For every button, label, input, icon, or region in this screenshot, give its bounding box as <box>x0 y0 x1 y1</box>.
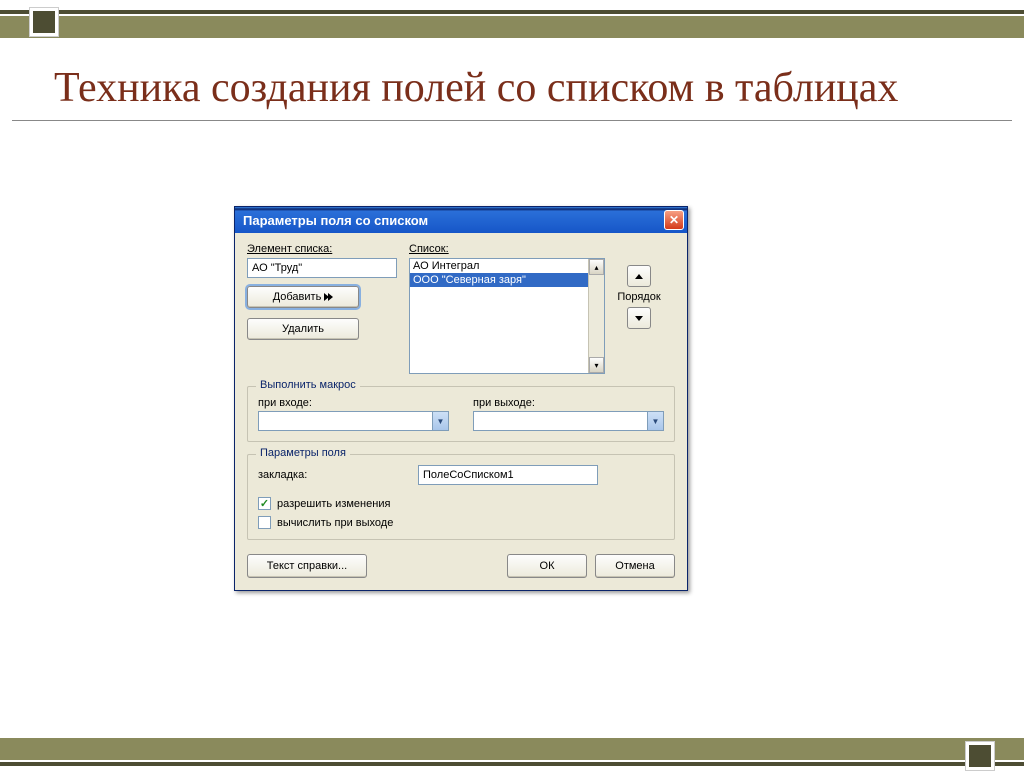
title-underline <box>12 120 1012 121</box>
scroll-up-icon[interactable]: ▴ <box>589 259 604 275</box>
calc-on-exit-label: вычислить при выходе <box>277 517 393 529</box>
cancel-button[interactable]: Отмена <box>595 554 675 578</box>
slide-top-decor <box>0 10 1024 46</box>
calc-on-exit-checkbox[interactable] <box>258 516 271 529</box>
macro-entry-combo[interactable]: ▼ <box>258 411 449 431</box>
ok-button[interactable]: ОК <box>507 554 587 578</box>
list-label: Список: <box>409 243 609 255</box>
element-input[interactable] <box>247 258 397 278</box>
bookmark-input[interactable] <box>418 465 598 485</box>
move-up-button[interactable] <box>627 265 651 287</box>
list-item[interactable]: АО Интеграл <box>410 259 604 273</box>
arrow-down-icon <box>635 316 643 321</box>
slide-bottom-decor <box>0 738 1024 774</box>
field-params-group: Параметры поля закладка: ✓ разрешить изм… <box>247 454 675 540</box>
scrollbar[interactable]: ▴ ▾ <box>588 259 604 373</box>
delete-button[interactable]: Удалить <box>247 318 359 340</box>
macro-group: Выполнить макрос при входе: ▼ при выходе… <box>247 386 675 442</box>
bookmark-label: закладка: <box>258 469 408 481</box>
allow-changes-checkbox[interactable]: ✓ <box>258 497 271 510</box>
macro-exit-combo[interactable]: ▼ <box>473 411 664 431</box>
macro-group-title: Выполнить макрос <box>256 379 360 391</box>
allow-changes-label: разрешить изменения <box>277 498 390 510</box>
fast-forward-icon <box>325 293 333 301</box>
help-text-button[interactable]: Текст справки... <box>247 554 367 578</box>
element-label: Элемент списка: <box>247 243 409 255</box>
field-params-title: Параметры поля <box>256 447 350 459</box>
list-box[interactable]: АО Интеграл ООО "Северная заря" ▴ ▾ <box>409 258 605 374</box>
macro-exit-label: при выходе: <box>473 397 664 409</box>
close-icon[interactable]: ✕ <box>664 210 684 230</box>
dialog-titlebar[interactable]: Параметры поля со списком ✕ <box>235 207 687 233</box>
order-label: Порядок <box>609 291 669 303</box>
dialog-title: Параметры поля со списком <box>243 213 428 228</box>
macro-entry-label: при входе: <box>258 397 449 409</box>
delete-button-label: Удалить <box>282 323 324 335</box>
move-down-button[interactable] <box>627 307 651 329</box>
slide-title: Техника создания полей со списком в табл… <box>54 64 974 112</box>
scroll-down-icon[interactable]: ▾ <box>589 357 604 373</box>
add-button[interactable]: Добавить <box>247 286 359 308</box>
chevron-down-icon[interactable]: ▼ <box>647 412 663 430</box>
arrow-up-icon <box>635 274 643 279</box>
chevron-down-icon[interactable]: ▼ <box>432 412 448 430</box>
add-button-label: Добавить <box>273 291 322 303</box>
combo-field-options-dialog: Параметры поля со списком ✕ Элемент спис… <box>234 206 688 591</box>
list-item[interactable]: ООО "Северная заря" <box>410 273 604 287</box>
